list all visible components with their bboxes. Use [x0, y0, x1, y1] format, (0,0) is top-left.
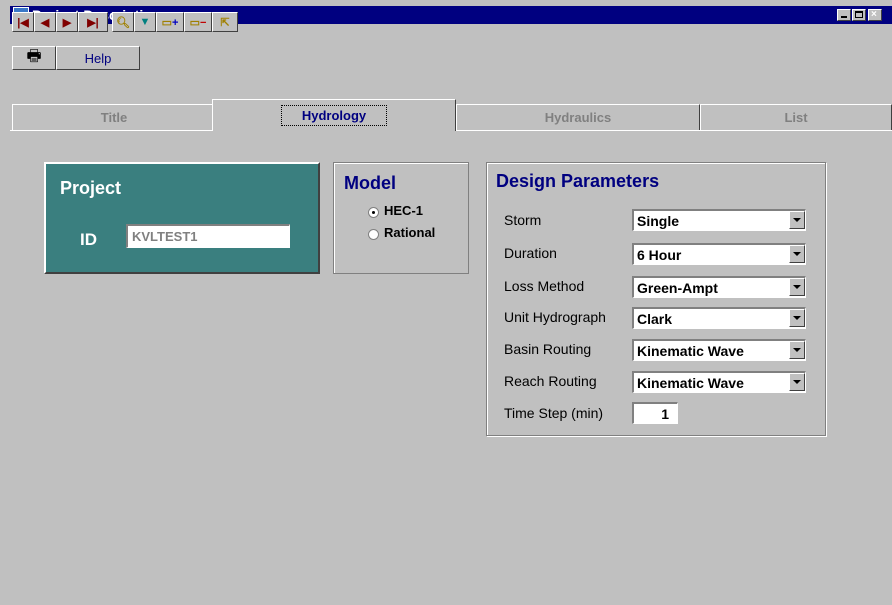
delete-folder-icon: ▭− [189, 16, 207, 29]
basin-routing-label: Basin Routing [504, 341, 592, 357]
model-heading: Model [344, 173, 396, 193]
time-step-label: Time Step (min) [504, 405, 604, 421]
project-id-label: ID [80, 230, 97, 249]
basin-routing-select[interactable]: Kinematic Wave [632, 339, 806, 361]
time-step-field[interactable] [632, 402, 678, 424]
tab-list-label: List [784, 110, 808, 125]
filter-button[interactable]: ▼ [134, 12, 156, 32]
reach-routing-value: Kinematic Wave [637, 375, 744, 391]
tab-title-label: Title [100, 110, 128, 125]
exit-button[interactable]: ⇱ [212, 12, 238, 32]
delete-record-button[interactable]: ▭− [184, 12, 212, 32]
rational-radio[interactable] [368, 229, 379, 240]
duration-value: 6 Hour [637, 247, 682, 263]
close-button[interactable]: × [868, 9, 882, 21]
chevron-down-icon[interactable] [789, 309, 805, 327]
tab-title[interactable]: Title [12, 104, 216, 130]
maximize-button[interactable] [852, 9, 866, 21]
tab-list[interactable]: List [700, 104, 892, 130]
tab-hydrology[interactable]: Hydrology [212, 99, 456, 131]
help-label: Help [84, 50, 112, 66]
rational-label: Rational [384, 225, 436, 240]
loss-method-select[interactable]: Green-Ampt [632, 276, 806, 298]
project-panel: Project ID [44, 162, 320, 274]
next-record-icon: ▶ [62, 16, 72, 29]
add-record-button[interactable]: ▭+ [156, 12, 184, 32]
last-record-button[interactable]: ▶| [78, 12, 108, 32]
unit-hydrograph-label: Unit Hydrograph [504, 309, 606, 325]
minimize-button[interactable] [837, 9, 851, 21]
unit-hydrograph-value: Clark [637, 311, 673, 327]
reach-routing-select[interactable]: Kinematic Wave [632, 371, 806, 393]
funnel-icon: ▼ [139, 16, 151, 28]
chevron-down-icon[interactable] [789, 245, 805, 263]
basin-routing-value: Kinematic Wave [637, 343, 744, 359]
duration-label: Duration [504, 245, 557, 261]
hec1-label: HEC-1 [384, 203, 424, 218]
tab-hydraulics[interactable]: Hydraulics [456, 104, 700, 130]
help-button[interactable]: Help [56, 46, 140, 70]
storm-label: Storm [504, 212, 542, 228]
chevron-down-icon[interactable] [789, 278, 805, 296]
storm-select[interactable]: Single [632, 209, 806, 231]
hec1-radio[interactable] [368, 207, 379, 218]
last-record-icon: ▶| [87, 16, 99, 29]
add-folder-icon: ▭+ [161, 16, 179, 29]
next-record-button[interactable]: ▶ [56, 12, 78, 32]
unit-hydrograph-select[interactable]: Clark [632, 307, 806, 329]
chevron-down-icon[interactable] [789, 341, 805, 359]
find-record-button[interactable]: 🔍︎ [112, 12, 134, 32]
reach-routing-label: Reach Routing [504, 373, 597, 389]
tab-hydrology-label: Hydrology [280, 105, 388, 126]
project-id-field[interactable] [126, 224, 290, 248]
design-parameters-panel: Design Parameters [486, 162, 826, 436]
storm-value: Single [637, 213, 680, 229]
loss-method-value: Green-Ampt [637, 280, 718, 296]
duration-select[interactable]: 6 Hour [632, 243, 806, 265]
previous-record-icon: ◀ [40, 16, 50, 29]
magnifier-icon: 🔍︎ [116, 16, 130, 29]
exit-door-icon: ⇱ [220, 16, 230, 29]
first-record-button[interactable]: |◀ [12, 12, 34, 32]
chevron-down-icon[interactable] [789, 373, 805, 391]
chevron-down-icon[interactable] [789, 211, 805, 229]
tab-hydraulics-label: Hydraulics [544, 110, 612, 125]
first-record-icon: |◀ [17, 16, 29, 29]
print-button[interactable]: 🖶︎ [12, 46, 56, 70]
model-panel: Model HEC-1 Rational [333, 162, 469, 274]
project-heading: Project [60, 178, 122, 198]
design-parameters-heading: Design Parameters [496, 171, 660, 191]
previous-record-button[interactable]: ◀ [34, 12, 56, 32]
printer-icon: 🖶︎ [26, 47, 42, 65]
loss-method-label: Loss Method [504, 278, 585, 294]
